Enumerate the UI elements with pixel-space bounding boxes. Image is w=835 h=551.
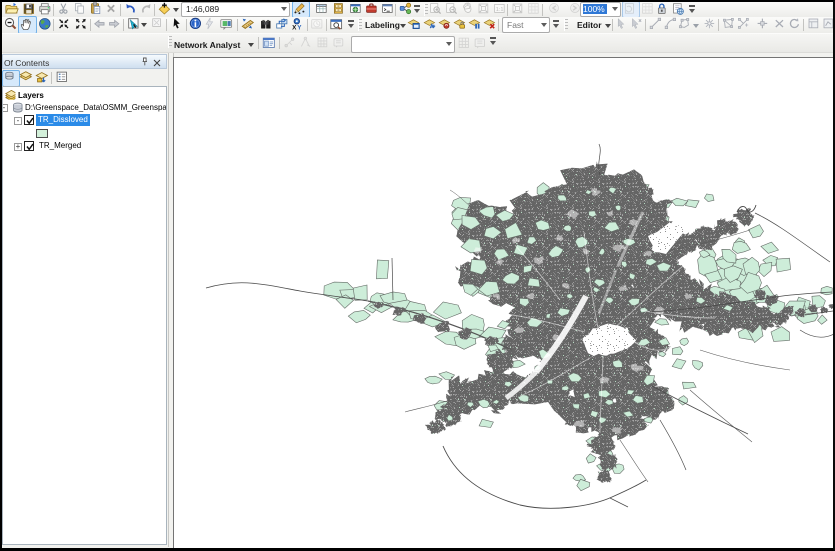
svg-text:Y: Y [297, 24, 302, 30]
svg-text:1:1: 1:1 [496, 7, 504, 13]
